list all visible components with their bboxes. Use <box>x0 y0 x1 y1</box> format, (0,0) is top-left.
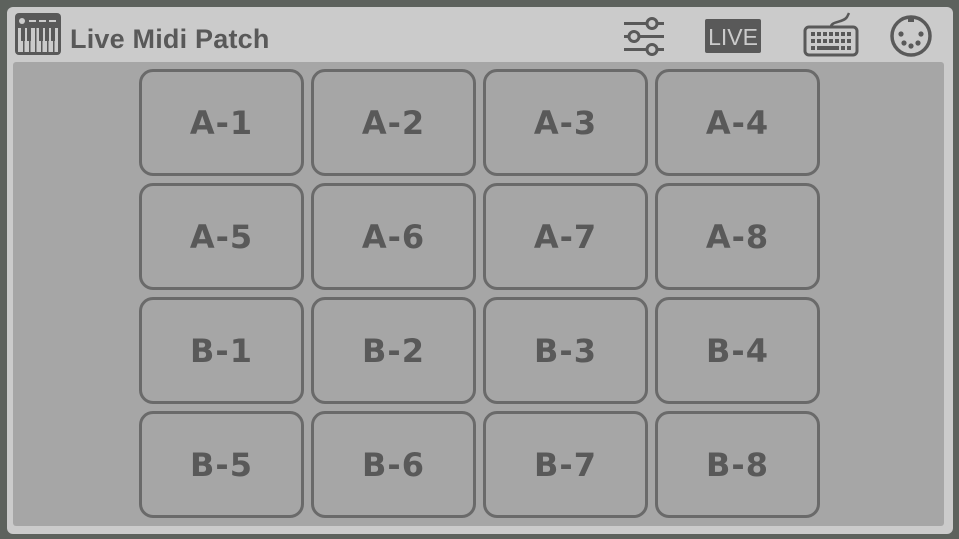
pad-label: A-7 <box>533 217 598 256</box>
pad-label: B-2 <box>362 331 425 370</box>
pad-a8[interactable]: A-8 <box>655 183 820 290</box>
pad-a6[interactable]: A-6 <box>311 183 476 290</box>
pad-label: B-7 <box>534 445 597 484</box>
pad-b6[interactable]: B-6 <box>311 411 476 518</box>
app-window: Live Midi Patch LIVE A-1 A-2 A-3 A-4 A-5… <box>7 7 953 534</box>
pad-b8[interactable]: B-8 <box>655 411 820 518</box>
mixer-settings-button[interactable] <box>622 16 666 56</box>
pad-b2[interactable]: B-2 <box>311 297 476 404</box>
pad-label: B-6 <box>362 445 425 484</box>
pad-label: A-4 <box>705 103 770 142</box>
pad-b5[interactable]: B-5 <box>139 411 304 518</box>
pad-label: A-3 <box>533 103 598 142</box>
sliders-icon <box>624 17 664 56</box>
midi-din-icon <box>890 15 932 57</box>
pad-label: A-1 <box>189 103 254 142</box>
pad-label: B-8 <box>706 445 769 484</box>
keyboard-icon <box>803 12 859 57</box>
pad-a2[interactable]: A-2 <box>311 69 476 176</box>
pad-a4[interactable]: A-4 <box>655 69 820 176</box>
pad-panel: A-1 A-2 A-3 A-4 A-5 A-6 A-7 A-8 B-1 B-2 … <box>13 62 944 526</box>
midi-keyboard-icon <box>14 12 62 56</box>
pad-a7[interactable]: A-7 <box>483 183 648 290</box>
pad-label: B-3 <box>534 331 597 370</box>
app-title: Live Midi Patch <box>70 24 270 54</box>
pad-label: A-6 <box>361 217 426 256</box>
pad-label: A-8 <box>705 217 770 256</box>
live-badge-icon: LIVE <box>705 19 761 53</box>
pad-label: A-2 <box>361 103 426 142</box>
pad-b1[interactable]: B-1 <box>139 297 304 404</box>
midi-port-button[interactable] <box>889 14 933 58</box>
pad-a1[interactable]: A-1 <box>139 69 304 176</box>
pad-label: B-1 <box>190 331 253 370</box>
pad-b4[interactable]: B-4 <box>655 297 820 404</box>
pad-b7[interactable]: B-7 <box>483 411 648 518</box>
pad-b3[interactable]: B-3 <box>483 297 648 404</box>
live-mode-button[interactable]: LIVE <box>704 18 762 54</box>
pad-a5[interactable]: A-5 <box>139 183 304 290</box>
keyboard-button[interactable] <box>803 11 859 57</box>
pad-label: A-5 <box>189 217 254 256</box>
pad-grid: A-1 A-2 A-3 A-4 A-5 A-6 A-7 A-8 B-1 B-2 … <box>139 69 820 518</box>
pad-label: B-4 <box>706 331 769 370</box>
pad-label: B-5 <box>190 445 253 484</box>
live-label: LIVE <box>708 24 758 50</box>
pad-a3[interactable]: A-3 <box>483 69 648 176</box>
